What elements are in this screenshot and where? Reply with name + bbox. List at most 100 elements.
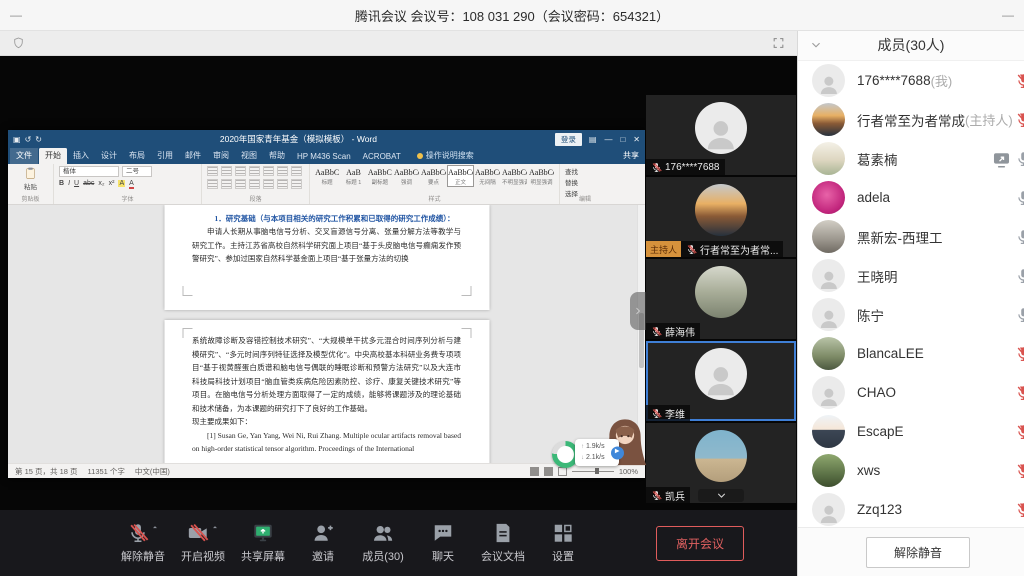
- collapse-panel-icon[interactable]: [810, 39, 822, 51]
- member-mic-icon[interactable]: [1015, 150, 1024, 167]
- font-tool: A: [118, 180, 125, 187]
- paragraph-tool-icon: [235, 166, 246, 176]
- member-name: 葛素楠: [857, 149, 898, 169]
- word-tab-7: 审阅: [207, 148, 235, 164]
- member-row[interactable]: 陈宁: [798, 295, 1024, 334]
- camera-off-icon: [187, 522, 209, 544]
- member-mic-icon[interactable]: [1015, 267, 1024, 284]
- mic-muted-icon: [651, 162, 662, 173]
- member-mic-icon[interactable]: [1015, 228, 1024, 245]
- word-document-title: 2020年国家青年基金（模拟模板） - Word: [42, 133, 555, 145]
- word-tab-0: 文件: [10, 148, 38, 164]
- leave-meeting-button[interactable]: 离开会议: [656, 526, 744, 561]
- video-tile[interactable]: 薛海伟: [646, 259, 796, 339]
- video-strip-collapse-handle[interactable]: [630, 292, 646, 330]
- tencent-meeting-window: — 腾讯会议 会议号：108 031 290（会议密码：654321） — ▣ …: [0, 0, 1024, 576]
- font-name-select: 楷体: [59, 166, 119, 177]
- member-name: BlancaLEE: [857, 346, 924, 361]
- member-mic-muted-icon[interactable]: [1015, 345, 1024, 362]
- unmute-all-button[interactable]: 解除静音: [866, 537, 970, 568]
- shield-icon[interactable]: [12, 36, 25, 50]
- toolbar-button-members[interactable]: 成员(30): [358, 522, 408, 564]
- video-tile-label: 主持人行者常至为者常...: [646, 241, 783, 257]
- member-row[interactable]: xws: [798, 451, 1024, 490]
- word-ribbon-tabs: 文件开始插入设计布局引用邮件审阅视图帮助HP M436 ScanACROBAT …: [8, 148, 645, 164]
- member-row[interactable]: BlancaLEE: [798, 334, 1024, 373]
- avatar: [812, 298, 845, 331]
- member-mic-muted-icon[interactable]: [1015, 423, 1024, 440]
- video-tile[interactable]: 176****7688: [646, 95, 796, 175]
- member-row[interactable]: EscapE: [798, 412, 1024, 451]
- member-row[interactable]: 行者常至为者常成(主持人): [798, 100, 1024, 139]
- toolbar-button-label: 成员(30): [362, 548, 404, 564]
- style-gallery-item: AaBbCcD不明显强调: [502, 166, 527, 186]
- paragraph-tool-icon: [291, 179, 302, 189]
- member-row[interactable]: adela: [798, 178, 1024, 217]
- mic-muted-icon: [651, 326, 662, 337]
- member-panel-footer: 解除静音: [798, 527, 1024, 576]
- member-name: 陈宁: [857, 305, 884, 325]
- paragraph-tool-icon: [277, 179, 288, 189]
- paragraph-tool-icon: [263, 166, 274, 176]
- member-name: adela: [857, 190, 890, 205]
- participant-name: 176****7688: [665, 162, 720, 173]
- member-row[interactable]: CHAO: [798, 373, 1024, 412]
- avatar: [812, 142, 845, 175]
- member-mic-icon[interactable]: [1015, 306, 1024, 323]
- ribbon-group-paragraph: 段落: [202, 164, 310, 204]
- member-mic-muted-icon[interactable]: [1015, 111, 1024, 128]
- video-tile[interactable]: 李维: [646, 341, 796, 421]
- style-gallery-item: AaBbC副标题: [368, 166, 392, 186]
- member-panel-title: 成员(30人): [878, 35, 945, 55]
- window-control-left-icon[interactable]: —: [10, 0, 22, 30]
- style-gallery-item: AaBbCcD明显强调: [529, 166, 554, 186]
- member-name: 王晓明: [857, 266, 898, 286]
- meeting-toolbar: 解除静音开启视频共享屏幕邀请成员(30) 聊天会议文档设置 离开会议: [0, 510, 797, 576]
- rocket-icon: ▶: [611, 446, 624, 459]
- toolbar-button-invite[interactable]: 邀请: [298, 522, 348, 564]
- toolbar-button-mic-muted[interactable]: 解除静音: [118, 522, 168, 564]
- lightbulb-icon: [417, 153, 423, 159]
- fullscreen-icon[interactable]: [772, 36, 785, 50]
- toolbar-button-chat[interactable]: 聊天: [418, 522, 468, 564]
- member-panel: 成员(30人) 176****7688(我)行者常至为者常成(主持人)葛素楠ad…: [797, 30, 1024, 576]
- member-name: 行者常至为者常成: [857, 110, 965, 130]
- member-mic-muted-icon[interactable]: [1015, 72, 1024, 89]
- member-row[interactable]: 葛素楠: [798, 139, 1024, 178]
- member-mic-muted-icon[interactable]: [1015, 384, 1024, 401]
- avatar: [695, 430, 747, 482]
- toolbar-button-label: 开启视频: [181, 548, 225, 564]
- undo-icon: ↺: [25, 135, 32, 144]
- member-row[interactable]: 王晓明: [798, 256, 1024, 295]
- member-row[interactable]: 黑新宏-西理工: [798, 217, 1024, 256]
- avatar: [812, 454, 845, 487]
- avatar: [812, 220, 845, 253]
- ribbon-group-clipboard: 粘贴 剪贴板: [8, 164, 54, 204]
- toolbar-button-settings[interactable]: 设置: [538, 522, 588, 564]
- toolbar-button-camera-off[interactable]: 开启视频: [178, 522, 228, 564]
- participant-name: 凯兵: [665, 488, 685, 503]
- member-row[interactable]: 176****7688(我): [798, 61, 1024, 100]
- toolbar-button-label: 设置: [552, 548, 574, 564]
- scroll-down-button[interactable]: [698, 489, 744, 502]
- video-tile[interactable]: 凯兵: [646, 423, 796, 503]
- member-suffix: (主持人): [965, 110, 1013, 129]
- member-row[interactable]: Zzq123: [798, 490, 1024, 527]
- word-minimize-icon: —: [604, 135, 612, 144]
- member-mic-muted-icon[interactable]: [1015, 501, 1024, 518]
- avatar: [812, 337, 845, 370]
- word-maximize-icon: □: [620, 135, 625, 144]
- caret-up-icon: [211, 523, 219, 531]
- toolbar-button-share-screen[interactable]: 共享屏幕: [238, 522, 288, 564]
- style-gallery-item: AaBbC标题: [315, 166, 339, 186]
- member-mic-muted-icon[interactable]: [1015, 462, 1024, 479]
- avatar: [812, 103, 845, 136]
- toolbar-button-docs[interactable]: 会议文档: [478, 522, 528, 564]
- word-tab-9: 帮助: [263, 148, 291, 164]
- member-name: Zzq123: [857, 502, 902, 517]
- member-mic-icon[interactable]: [1015, 189, 1024, 206]
- word-ribbon: 粘贴 剪贴板 楷体 二号 BIUabcx₂x²AA 字体 段落: [8, 164, 645, 205]
- window-control-right-icon[interactable]: —: [1002, 0, 1014, 30]
- paragraph-tool-icon: [221, 179, 232, 189]
- video-tile[interactable]: 主持人行者常至为者常...: [646, 177, 796, 257]
